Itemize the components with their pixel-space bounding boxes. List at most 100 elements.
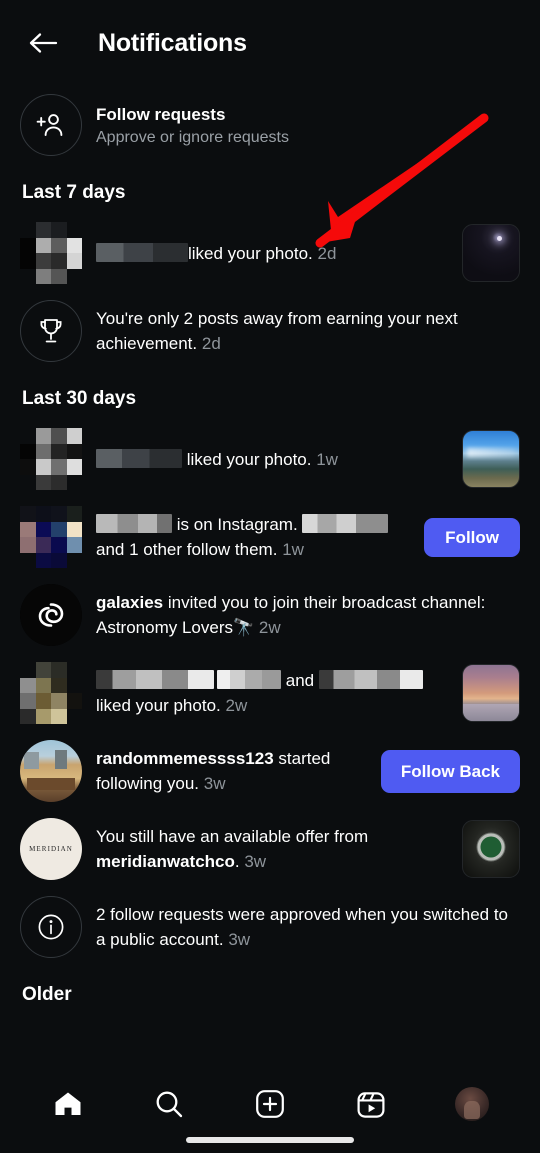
notification-time: 2d <box>317 243 337 263</box>
redacted-pixelated-avatar <box>20 506 82 568</box>
notification-row[interactable]: MERIDIAN You still have an available off… <box>0 810 540 888</box>
profile-avatar-icon <box>454 1087 489 1121</box>
notification-trailing[interactable]: Follow Back <box>380 749 520 793</box>
follow-requests-row[interactable]: Follow requests Approve or ignore reques… <box>0 86 540 164</box>
nav-profile[interactable] <box>441 1076 503 1132</box>
galaxy-spiral-icon <box>20 584 82 646</box>
notification-conjunction: and <box>285 671 315 690</box>
post-thumbnail[interactable] <box>462 664 520 722</box>
notification-text: galaxies invited you to join their broad… <box>82 590 520 640</box>
notification-username[interactable]: randommemessss123 <box>96 749 274 768</box>
redacted-pixelated-avatar <box>20 428 82 490</box>
redacted-pixelated-avatar <box>20 662 82 724</box>
follow-requests-avatar <box>20 94 82 156</box>
notification-body-text: is on Instagram. <box>176 515 298 534</box>
follow-requests-title: Follow requests <box>96 104 226 124</box>
redacted-username <box>217 670 281 689</box>
notification-text: 2 follow requests were approved when you… <box>82 902 520 952</box>
bottom-navigation-bar <box>0 1055 540 1153</box>
nav-home[interactable] <box>37 1076 99 1132</box>
notification-punctuation: . <box>234 852 240 871</box>
redacted-username <box>96 670 214 689</box>
notification-time: 2w <box>225 696 248 715</box>
redacted-username <box>302 514 389 533</box>
section-heading-last-30-days: Last 30 days <box>22 388 137 409</box>
redacted-pixelated-avatar <box>20 222 82 284</box>
notification-trailing[interactable]: Follow <box>424 517 520 557</box>
notification-text: liked your photo. 1w <box>82 447 462 472</box>
post-thumbnail[interactable] <box>462 820 520 878</box>
notification-row[interactable]: galaxies invited you to join their broad… <box>0 576 540 654</box>
notification-body-text: You still have an available offer from <box>96 827 369 846</box>
redacted-username <box>96 514 172 533</box>
notification-body-text: liked your photo. <box>96 696 221 715</box>
post-thumbnail[interactable] <box>462 430 520 488</box>
notification-username[interactable]: galaxies <box>96 593 163 612</box>
avatar <box>20 300 82 362</box>
notification-time: 3w <box>203 774 226 793</box>
redacted-username <box>96 448 182 468</box>
app-header: Notifications <box>0 0 540 86</box>
nav-search[interactable] <box>138 1076 200 1132</box>
follow-requests-subtitle: Approve or ignore requests <box>96 128 289 146</box>
avatar[interactable] <box>20 740 82 802</box>
trophy-icon <box>40 319 62 343</box>
notification-text: liked your photo. 2d <box>82 241 462 266</box>
notification-text: randommemessss123 started following you.… <box>82 746 381 796</box>
minecraft-desert-photo <box>20 740 82 802</box>
notification-row[interactable]: randommemessss123 started following you.… <box>0 732 540 810</box>
notification-username[interactable]: meridianwatchco <box>96 852 235 871</box>
notification-body-text: You're only 2 posts away from earning yo… <box>96 309 458 353</box>
meridian-logo: MERIDIAN <box>20 818 82 880</box>
avatar <box>20 896 82 958</box>
nav-reels[interactable] <box>340 1076 402 1132</box>
notification-body-text: liked your photo. <box>188 243 313 263</box>
follow-back-button[interactable]: Follow Back <box>380 749 520 793</box>
home-indicator <box>186 1137 354 1143</box>
notification-time: 3w <box>228 930 251 949</box>
reels-icon <box>357 1092 385 1118</box>
redacted-username <box>96 242 188 262</box>
notification-time: 1w <box>282 540 304 559</box>
notification-time: 1w <box>316 449 338 469</box>
notifications-screen: Notifications Follow requests Approve or… <box>0 0 540 1153</box>
avatar[interactable]: MERIDIAN <box>20 818 82 880</box>
follow-button[interactable]: Follow <box>424 517 520 557</box>
nav-create[interactable] <box>239 1076 301 1132</box>
notification-trailing[interactable] <box>462 430 520 488</box>
section-heading-last-7-days: Last 7 days <box>22 182 126 203</box>
notification-body-text: liked your photo. <box>186 449 312 469</box>
notification-row[interactable]: 2 follow requests were approved when you… <box>0 888 540 966</box>
notification-time: 3w <box>244 852 267 871</box>
arrow-left-icon <box>29 33 58 53</box>
avatar[interactable] <box>20 584 82 646</box>
notification-text: You're only 2 posts away from earning yo… <box>82 306 520 356</box>
avatar[interactable] <box>20 662 82 724</box>
notification-text: is on Instagram. and 1 other follow them… <box>82 512 424 562</box>
telescope-icon: 🔭 <box>233 618 255 637</box>
person-add-icon <box>36 114 63 136</box>
notification-body-text: 2 follow requests were approved when you… <box>96 905 509 949</box>
notification-trailing[interactable] <box>462 664 520 722</box>
avatar[interactable] <box>20 222 82 284</box>
search-icon <box>156 1091 183 1118</box>
notification-row[interactable]: is on Instagram. and 1 other follow them… <box>0 498 540 576</box>
avatar[interactable] <box>20 428 82 490</box>
notification-row[interactable]: liked your photo. 1w <box>0 420 540 498</box>
notification-row[interactable]: liked your photo. 2d <box>0 214 540 292</box>
notification-row[interactable]: You're only 2 posts away from earning yo… <box>0 292 540 370</box>
redacted-username <box>318 670 423 689</box>
back-button[interactable] <box>24 24 62 62</box>
meridian-logo-text: MERIDIAN <box>29 845 73 853</box>
info-circle-icon <box>38 914 64 940</box>
plus-square-icon <box>256 1090 284 1118</box>
notification-row[interactable]: and liked your photo. 2w <box>0 654 540 732</box>
home-icon <box>55 1092 81 1115</box>
notification-trailing[interactable] <box>462 224 520 282</box>
post-thumbnail[interactable] <box>462 224 520 282</box>
follow-requests-text: Follow requests Approve or ignore reques… <box>82 102 520 149</box>
notification-text: and liked your photo. 2w <box>82 668 462 718</box>
avatar[interactable] <box>20 506 82 568</box>
notification-time: 2w <box>258 618 281 637</box>
notification-trailing[interactable] <box>462 820 520 878</box>
